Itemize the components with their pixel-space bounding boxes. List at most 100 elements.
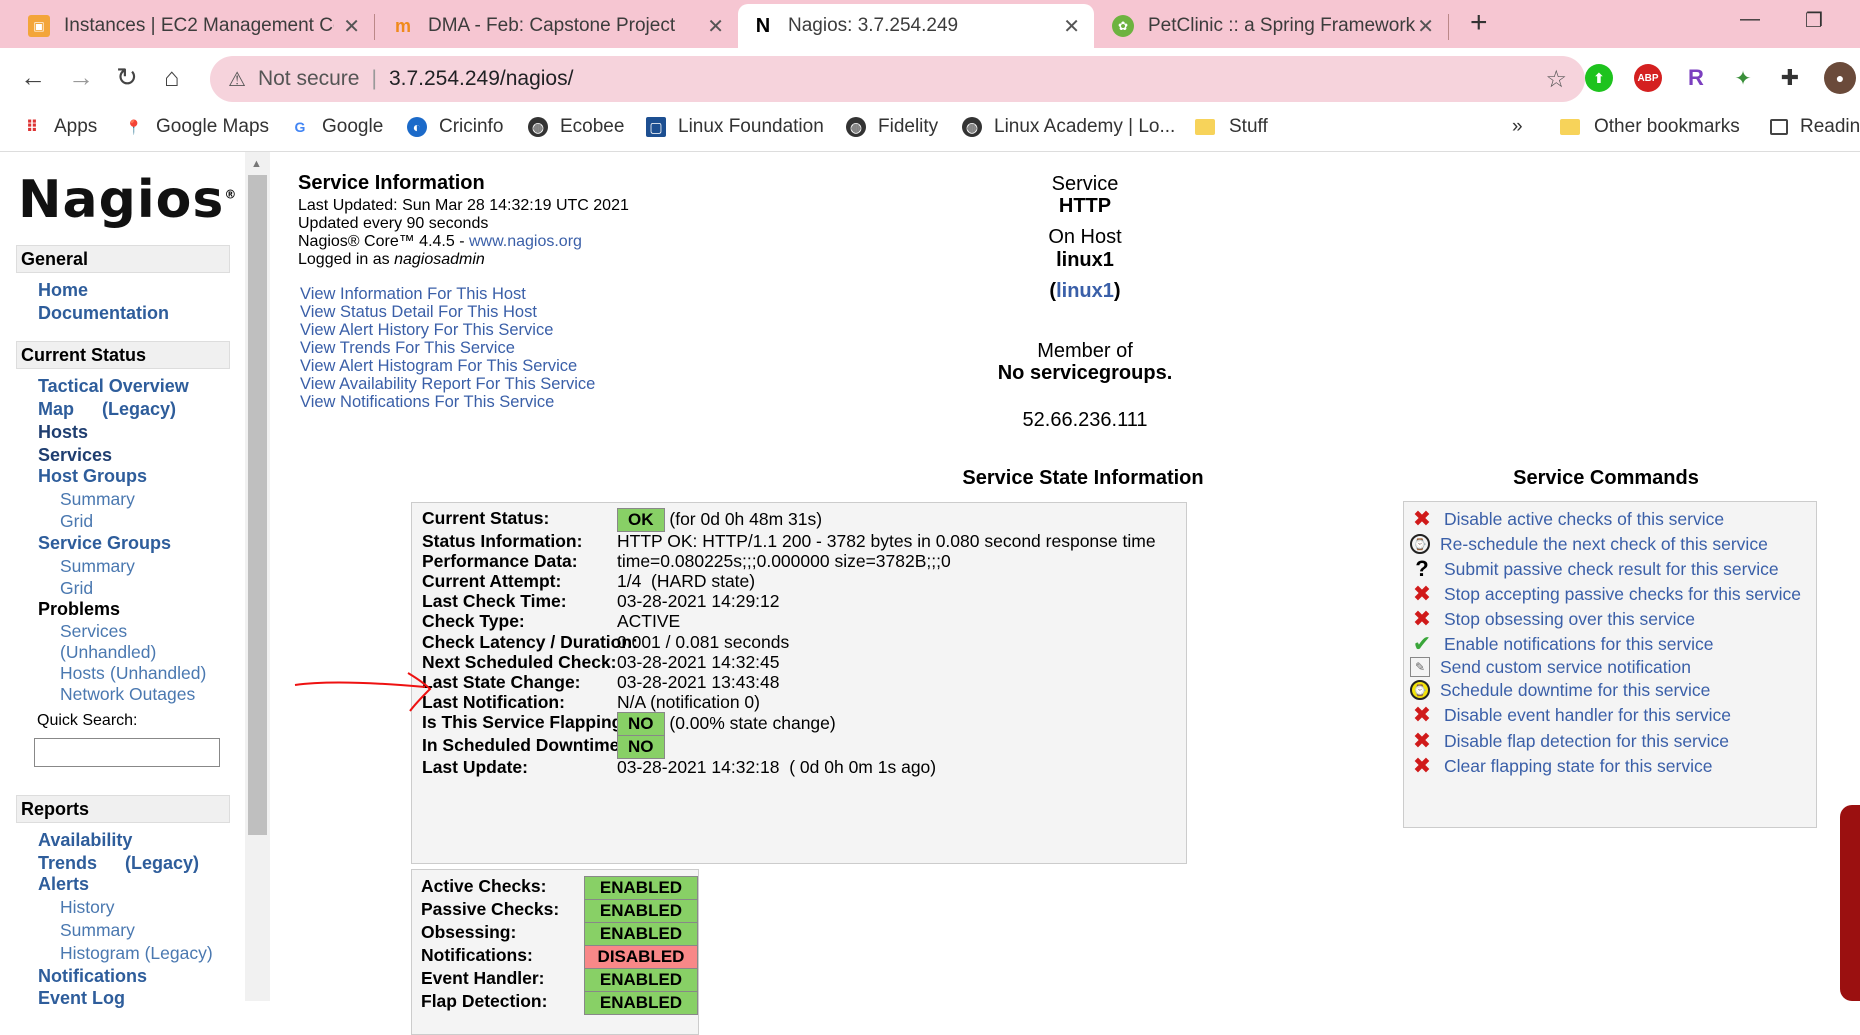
nav-map[interactable]: Map [38, 399, 74, 420]
tab-ec2[interactable]: ▣ Instances | EC2 Management Con ✕ [14, 4, 374, 48]
nav-availability[interactable]: Availability [38, 830, 132, 851]
address-bar[interactable]: ⚠ Not secure | 3.7.254.249/nagios/ ☆ [210, 56, 1585, 102]
nav-problem-hosts[interactable]: Hosts [60, 663, 105, 684]
nav-services[interactable]: Services [38, 445, 112, 466]
bookmark-linux-foundation[interactable]: ▢ Linux Foundation [646, 116, 824, 138]
nav-hostgroup-grid[interactable]: Grid [60, 511, 93, 532]
nav-notifications[interactable]: Notifications [38, 966, 147, 987]
nav-tactical-overview[interactable]: Tactical Overview [38, 376, 189, 397]
nav-host-groups[interactable]: Host Groups [38, 466, 147, 487]
forward-icon[interactable]: → [68, 62, 94, 93]
bird-extension-icon[interactable]: ✦ [1729, 64, 1757, 92]
row-label: In Scheduled Downtime? [422, 735, 631, 755]
nav-hostgroup-summary[interactable]: Summary [60, 489, 135, 510]
tab-nagios[interactable]: N Nagios: 3.7.254.249 ✕ [738, 4, 1094, 48]
nav-event-log[interactable]: Event Log [38, 988, 125, 1009]
bookmark-cricinfo[interactable]: ◐ Cricinfo [407, 116, 503, 138]
close-icon[interactable]: ✕ [1063, 14, 1080, 39]
google-icon: G [294, 119, 306, 135]
host-alias-link[interactable]: linux1 [1056, 280, 1114, 302]
scrollbar-thumb[interactable] [248, 175, 267, 835]
link-trends[interactable]: View Trends For This Service [300, 339, 515, 358]
link-availability[interactable]: View Availability Report For This Servic… [300, 375, 595, 394]
nav-home[interactable]: Home [38, 280, 88, 301]
tab-dma[interactable]: m DMA - Feb: Capstone Project ✕ [378, 4, 738, 48]
nav-network-outages[interactable]: Network Outages [60, 684, 195, 705]
nav-hosts[interactable]: Hosts [38, 422, 88, 443]
link-notifications[interactable]: View Notifications For This Service [300, 393, 554, 412]
flapping-change: (0.00% state change) [669, 713, 836, 733]
avatar[interactable]: ● [1824, 62, 1856, 94]
link-alert-history[interactable]: View Alert History For This Service [300, 321, 553, 340]
nav-map-legacy[interactable]: (Legacy) [102, 399, 176, 420]
nav-alerts[interactable]: Alerts [38, 874, 89, 895]
bookmark-other[interactable]: Other bookmarks [1560, 116, 1740, 138]
command-label: Schedule downtime for this service [1440, 679, 1711, 700]
nav-trends[interactable]: Trends [38, 853, 97, 874]
back-icon[interactable]: ← [20, 62, 46, 93]
extensions-puzzle-icon[interactable]: ✚ [1776, 64, 1804, 92]
green-extension-icon[interactable]: ⬆ [1585, 64, 1613, 92]
nav-alert-history[interactable]: History [60, 897, 114, 918]
row-label: Check Latency / Duration: [422, 632, 638, 652]
command-schedule-downtime[interactable]: ⌚ Schedule downtime for this service [1410, 677, 1710, 703]
command-disable-active-checks[interactable]: ✖ Disable active checks of this service [1410, 506, 1724, 532]
command-reschedule-check[interactable]: ⌚ Re-schedule the next check of this serv… [1410, 531, 1768, 557]
command-disable-flap-detection[interactable]: ✖ Disable flap detection for this service [1410, 728, 1729, 754]
home-icon[interactable]: ⌂ [164, 62, 180, 93]
r-extension-icon[interactable]: R [1682, 64, 1710, 92]
service-label: Service [1051, 173, 1119, 195]
link-alert-histogram[interactable]: View Alert Histogram For This Service [300, 357, 577, 376]
bookmark-google-maps[interactable]: 📍 Google Maps [124, 116, 269, 138]
bookmark-google[interactable]: G Google [290, 116, 384, 138]
row-value: NO (0.00% state change) [617, 712, 836, 736]
nav-servicegroup-summary[interactable]: Summary [60, 556, 135, 577]
link-host-info[interactable]: View Information For This Host [300, 285, 526, 304]
map-pin-icon: 📍 [125, 118, 143, 135]
command-submit-passive[interactable]: ? Submit passive check result for this se… [1410, 556, 1778, 582]
nav-documentation[interactable]: Documentation [38, 303, 169, 324]
close-icon[interactable]: ✕ [343, 14, 360, 39]
bookmarks-overflow-button[interactable]: » [1512, 116, 1523, 138]
nav-trends-legacy[interactable]: (Legacy) [125, 853, 199, 874]
command-stop-obsessing[interactable]: ✖ Stop obsessing over this service [1410, 606, 1695, 632]
new-tab-button[interactable]: + [1470, 6, 1488, 40]
reading-list[interactable]: Readin [1770, 116, 1860, 138]
close-icon[interactable]: ✕ [707, 14, 724, 39]
close-icon[interactable]: ✕ [1417, 14, 1434, 39]
nav-problem-services-unhandled[interactable]: (Unhandled) [60, 642, 156, 663]
cricinfo-icon: ◐ [407, 117, 427, 137]
bookmark-stuff[interactable]: Stuff [1195, 116, 1268, 138]
tab-title: DMA - Feb: Capstone Project [428, 15, 676, 36]
nav-servicegroup-grid[interactable]: Grid [60, 578, 93, 599]
nav-alert-summary[interactable]: Summary [60, 920, 135, 941]
browser-toolbar: ← → ↻ ⌂ ⚠ Not secure | 3.7.254.249/nagio… [0, 48, 1860, 110]
bookmark-ecobee[interactable]: ◍ Ecobee [528, 116, 624, 138]
command-disable-event-handler[interactable]: ✖ Disable event handler for this service [1410, 702, 1731, 728]
bookmark-apps[interactable]: ⠿ Apps [22, 116, 98, 138]
bookmark-label: Linux Foundation [678, 116, 824, 137]
adblock-icon[interactable]: ABP [1634, 64, 1662, 92]
nav-alert-histogram[interactable]: Histogram (Legacy) [60, 943, 213, 964]
row-label: Check Type: [422, 611, 525, 631]
bookmarks-bar: ⠿ Apps 📍 Google Maps G Google ◐ Cricinfo ◍ Ec… [0, 110, 1860, 152]
quick-search-input[interactable] [34, 738, 220, 767]
restore-icon[interactable]: ❐ [1805, 8, 1823, 33]
nav-service-groups[interactable]: Service Groups [38, 533, 171, 554]
core-version: Nagios® Core™ 4.4.5 - www.nagios.org [298, 233, 582, 251]
nagios-website-link[interactable]: www.nagios.org [469, 233, 582, 250]
command-stop-passive[interactable]: ✖ Stop accepting passive checks for this … [1410, 581, 1801, 607]
command-clear-flapping[interactable]: ✖ Clear flapping state for this service [1410, 753, 1713, 779]
nav-problem-services[interactable]: Services [60, 621, 127, 642]
tab-petclinic[interactable]: ✿ PetClinic :: a Spring Framework d ✕ [1098, 4, 1448, 48]
nagios-logo[interactable]: Nagios® [18, 170, 237, 230]
minimize-icon[interactable]: — [1740, 8, 1760, 31]
bookmark-star-icon[interactable]: ☆ [1545, 65, 1567, 94]
bookmark-linux-academy[interactable]: ◍ Linux Academy | Lo... [962, 116, 1175, 138]
red-x-icon: ✖ [1412, 506, 1432, 531]
bookmark-fidelity[interactable]: ◍ Fidelity [846, 116, 938, 138]
link-host-status[interactable]: View Status Detail For This Host [300, 303, 537, 322]
reload-icon[interactable]: ↻ [116, 62, 138, 93]
scroll-up-arrow-icon[interactable]: ▲ [251, 158, 262, 170]
nav-problem-hosts-unhandled[interactable]: (Unhandled) [110, 663, 206, 684]
